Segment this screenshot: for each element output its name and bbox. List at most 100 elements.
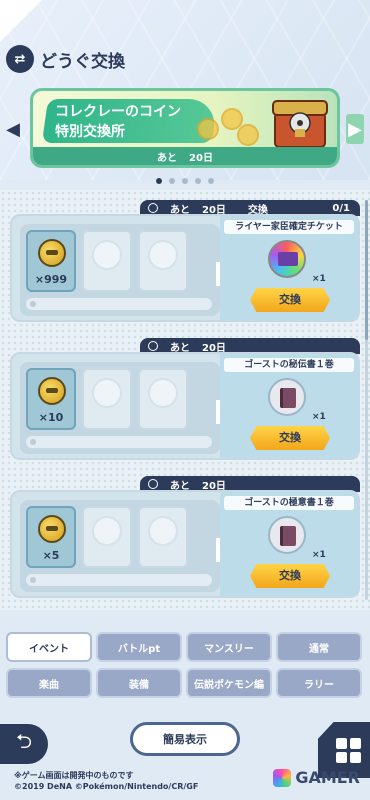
reward-panel: ゴーストの秘伝書１巻 ×1 交換 xyxy=(220,354,358,458)
copyright-text: ©2019 DeNA ©Pokémon/Nintendo/CR/GF xyxy=(14,782,199,791)
empty-slot xyxy=(138,230,188,292)
grid-icon xyxy=(335,751,347,763)
exchange-button[interactable]: 交換 xyxy=(250,426,330,450)
gimmighoul-chest-icon xyxy=(272,100,328,148)
banner-next-button[interactable]: ▶ xyxy=(346,114,364,144)
tab-rally[interactable]: ラリー xyxy=(276,668,362,698)
banner-title-line1: コレクレーのコイン xyxy=(55,104,181,120)
tab-monthly[interactable]: マンスリー xyxy=(186,632,272,662)
pager-dot[interactable] xyxy=(195,178,201,184)
cost-slot[interactable]: ×5 xyxy=(26,506,76,568)
development-notice: ※ゲーム画面は開発中のものです xyxy=(14,771,134,780)
empty-slot-icon xyxy=(92,378,122,408)
pager-dot[interactable] xyxy=(208,178,214,184)
book-shape xyxy=(280,388,296,408)
clock-icon xyxy=(148,203,158,213)
book-shape xyxy=(280,526,296,546)
progress-knob xyxy=(30,301,36,307)
empty-slot xyxy=(138,506,188,568)
category-tabs: イベント バトルpt マンスリー 通常 楽曲 装備 伝説ポケモン編 ラリー xyxy=(0,622,370,704)
empty-slot-icon xyxy=(148,516,178,546)
reward-panel: ライヤー家臣確定チケット ×1 交換 xyxy=(220,216,358,320)
clock-icon xyxy=(148,341,158,351)
list-scrollbar[interactable] xyxy=(365,200,368,600)
progress-bar xyxy=(26,574,212,586)
exchange-card: あと 20日 ×10 ゴーストの秘伝書１巻 ×1 交換 xyxy=(10,338,360,460)
exchange-card: あと 20日 ×5 ゴーストの極意書１巻 ×1 交換 xyxy=(10,476,360,598)
cost-slot[interactable]: ×999 xyxy=(26,230,76,292)
banner-time-remaining: あと 20日 xyxy=(33,147,337,165)
cost-quantity: ×999 xyxy=(34,273,68,286)
banner-title-line2: 特別交換所 xyxy=(55,124,125,140)
empty-slot-icon xyxy=(92,240,122,270)
tab-normal[interactable]: 通常 xyxy=(276,632,362,662)
empty-slot-icon xyxy=(148,240,178,270)
banner-time-value: 20日 xyxy=(189,152,213,164)
exchange-card: あと 20日 交換 0/1 ×999 ライヤー家臣確定チケット ×1 交換 xyxy=(10,200,360,322)
book-icon[interactable] xyxy=(268,378,306,416)
simple-view-button[interactable]: 簡易表示 xyxy=(130,722,240,756)
tab-event[interactable]: イベント xyxy=(6,632,92,662)
progress-bar xyxy=(26,436,212,448)
tab-battle-pt[interactable]: バトルpt xyxy=(96,632,182,662)
progress-knob xyxy=(30,577,36,583)
cost-panel: ×10 xyxy=(20,362,220,454)
grid-icon xyxy=(349,751,361,763)
grid-icon xyxy=(349,737,361,749)
gamer-text: GAMER xyxy=(295,768,360,787)
empty-slot-icon xyxy=(92,516,122,546)
clock-icon xyxy=(148,479,158,489)
cost-slot[interactable]: ×10 xyxy=(26,368,76,430)
card-swap-count: 0/1 xyxy=(332,202,350,214)
card-body: ×10 ゴーストの秘伝書１巻 ×1 交換 xyxy=(10,352,360,460)
pager-dot[interactable] xyxy=(169,178,175,184)
empty-slot xyxy=(82,230,132,292)
coin-icon xyxy=(197,118,219,140)
scrollbar-thumb[interactable] xyxy=(365,200,368,340)
empty-slot xyxy=(82,506,132,568)
bottom-bar: ⮌ 簡易表示 ※ゲーム画面は開発中のものです ©2019 DeNA ©Pokém… xyxy=(0,706,370,800)
back-button[interactable]: ⮌ xyxy=(0,724,48,764)
empty-slot-icon xyxy=(148,378,178,408)
exchange-button[interactable]: 交換 xyxy=(250,288,330,312)
page-title: どうぐ交換 xyxy=(40,51,125,72)
card-body: ×999 ライヤー家臣確定チケット ×1 交換 xyxy=(10,214,360,322)
corner-decoration xyxy=(0,0,42,42)
exchange-icon: ⇄ xyxy=(6,45,34,73)
pager-dot[interactable] xyxy=(182,178,188,184)
ticket-shape xyxy=(278,252,298,266)
reward-name: ゴーストの秘伝書１巻 xyxy=(224,358,354,372)
reward-quantity: ×1 xyxy=(312,274,326,284)
reward-quantity: ×1 xyxy=(312,412,326,422)
event-banner[interactable]: コレクレーのコイン 特別交換所 あと 20日 xyxy=(30,88,340,168)
progress-knob xyxy=(30,439,36,445)
rainbow-ticket-icon[interactable] xyxy=(268,240,306,278)
cost-quantity: ×10 xyxy=(38,411,64,424)
page-header: ⇄ どうぐ交換 xyxy=(6,42,125,76)
gamer-watermark: GAMER xyxy=(273,768,360,787)
cost-panel: ×5 xyxy=(20,500,220,592)
banner-prev-button[interactable]: ◀ xyxy=(4,114,22,144)
progress-bar xyxy=(26,298,212,310)
pager-dot[interactable] xyxy=(156,178,162,184)
exchange-list[interactable]: あと 20日 交換 0/1 ×999 ライヤー家臣確定チケット ×1 交換 あと… xyxy=(0,190,370,610)
reward-panel: ゴーストの極意書１巻 ×1 交換 xyxy=(220,492,358,596)
cost-panel: ×999 xyxy=(20,224,220,316)
card-body: ×5 ゴーストの極意書１巻 ×1 交換 xyxy=(10,490,360,598)
exchange-button[interactable]: 交換 xyxy=(250,564,330,588)
tab-legendary-pokemon[interactable]: 伝説ポケモン編 xyxy=(186,668,272,698)
book-icon[interactable] xyxy=(268,516,306,554)
gamer-logo-icon xyxy=(273,768,292,787)
grid-icon xyxy=(335,737,347,749)
gimmighoul-coin-icon xyxy=(38,239,66,267)
empty-slot xyxy=(82,368,132,430)
gimmighoul-coin-icon xyxy=(38,377,66,405)
banner-time-prefix: あと xyxy=(157,152,178,164)
gimmighoul-coin-icon xyxy=(38,515,66,543)
tab-music[interactable]: 楽曲 xyxy=(6,668,92,698)
coin-icon xyxy=(237,124,259,146)
reward-name: ライヤー家臣確定チケット xyxy=(224,220,354,234)
cost-quantity: ×5 xyxy=(42,549,60,562)
tab-equipment[interactable]: 装備 xyxy=(96,668,182,698)
empty-slot xyxy=(138,368,188,430)
